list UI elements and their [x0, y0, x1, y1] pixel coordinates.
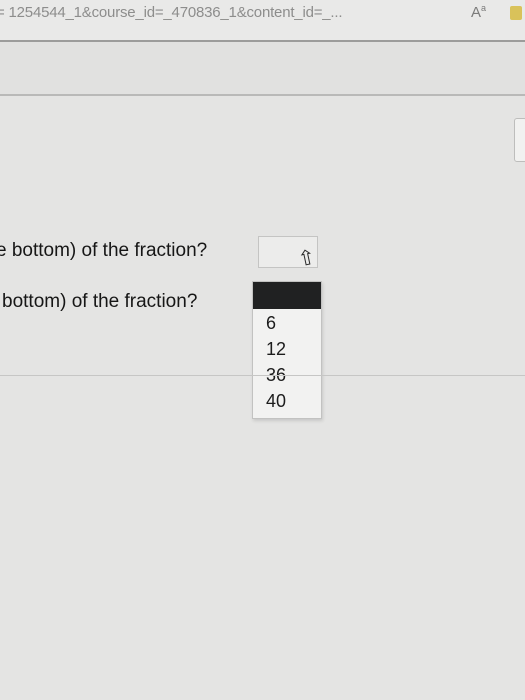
dropdown-option-12[interactable]: 12	[266, 339, 286, 360]
dropdown-option-6[interactable]: 6	[266, 313, 276, 334]
screen: = 1254544_1&course_id=_470836_1&content_…	[0, 0, 525, 700]
course-nav-band	[0, 42, 525, 94]
address-bar[interactable]: = 1254544_1&course_id=_470836_1&content_…	[0, 0, 525, 42]
dropdown-highlighted-option[interactable]	[253, 282, 321, 309]
address-url[interactable]: = 1254544_1&course_id=_470836_1&content_…	[0, 4, 343, 21]
dropdown-option-40[interactable]: 40	[266, 391, 286, 412]
extension-icon[interactable]	[510, 6, 522, 20]
question-1-text: e bottom) of the fraction?	[0, 240, 208, 261]
scrollbar-thumb[interactable]	[514, 118, 525, 162]
question-separator	[0, 375, 525, 376]
text-size-icon[interactable]: Aa	[471, 3, 486, 21]
question-2-dropdown-list[interactable]: 6 12 36 40	[252, 281, 322, 419]
question-2-text: bottom) of the fraction?	[2, 291, 198, 312]
